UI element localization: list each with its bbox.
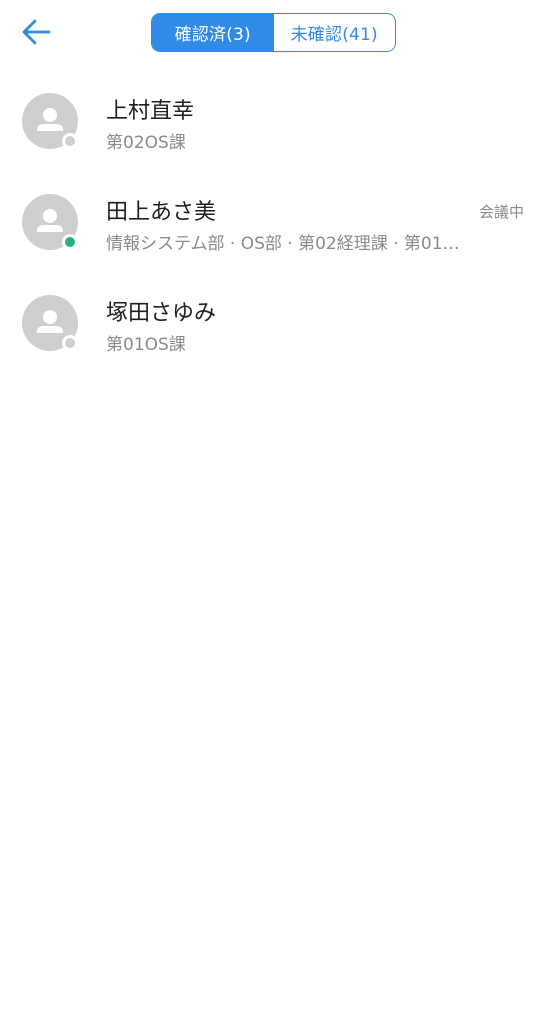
user-department: 情報システム部 · OS部 · 第02経理課 · 第01… [106, 234, 460, 254]
header: 確認済(3) 未確認(41) [0, 0, 546, 66]
presence-status: 会議中 [478, 203, 524, 221]
screen: 確認済(3) 未確認(41) 上村直幸 第02OS課 田上あさ美 会議中 情報シ… [0, 0, 546, 1024]
list-item[interactable]: 田上あさ美 会議中 情報システム部 · OS部 · 第02経理課 · 第01… [0, 172, 546, 273]
list-item[interactable]: 塚田さゆみ 第01OS課 [0, 273, 546, 374]
avatar [22, 194, 78, 250]
user-department: 第01OS課 [106, 335, 186, 355]
tab-unconfirmed[interactable]: 未確認(41) [273, 14, 395, 51]
avatar [22, 295, 78, 351]
tab-confirmed[interactable]: 確認済(3) [152, 14, 274, 51]
list-item[interactable]: 上村直幸 第02OS課 [0, 71, 546, 172]
user-list: 上村直幸 第02OS課 田上あさ美 会議中 情報システム部 · OS部 · 第0… [0, 71, 546, 374]
user-name: 上村直幸 [106, 99, 195, 124]
arrow-left-icon [21, 19, 51, 49]
confirmation-tabs: 確認済(3) 未確認(41) [151, 13, 396, 52]
status-offline-indicator [62, 133, 78, 149]
back-button[interactable] [14, 14, 58, 54]
status-online-indicator [62, 234, 78, 250]
user-name: 塚田さゆみ [106, 301, 217, 326]
avatar [22, 93, 78, 149]
user-name: 田上あさ美 [106, 200, 217, 225]
user-department: 第02OS課 [106, 133, 186, 153]
status-offline-indicator [62, 335, 78, 351]
